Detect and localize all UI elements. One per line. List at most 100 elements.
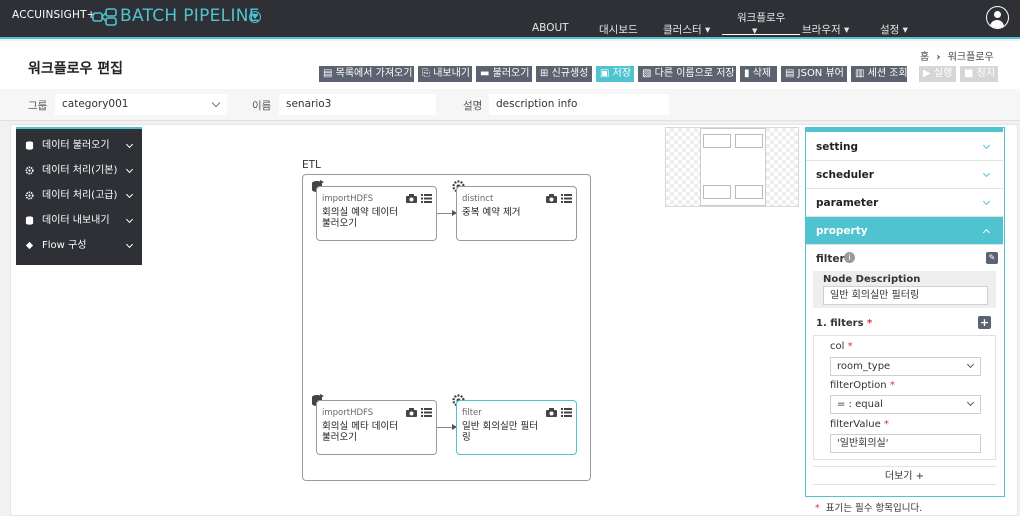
palette-item-data-load[interactable]: 데이터 불러오기 [16,133,142,158]
breadcrumb: 홈 › 워크플로우 [920,48,994,63]
nav-settings[interactable]: 설정 ▾ [880,22,908,37]
nav-cluster[interactable]: 클러스터 ▾ [663,22,710,37]
chevron-down-icon [125,240,134,249]
description-input[interactable]: description info [489,94,669,115]
name-label: 이름 [252,100,272,112]
new-button[interactable]: ⊞ 신규생성 [536,66,592,82]
save-icon: ▣ [600,68,613,79]
import-from-list-button[interactable]: ▤ 목록에서 가져오기 [319,66,414,82]
delete-button[interactable]: ▮ 삭제 [740,66,777,82]
camera-icon[interactable] [406,408,417,417]
camera-icon[interactable] [546,408,557,417]
list-icon[interactable] [421,194,432,203]
list-icon[interactable] [561,408,572,417]
flow-node-filter[interactable]: filter 일반 회의실만 필터링 [456,400,577,455]
chevron-down-icon [982,169,991,178]
flow-node-distinct[interactable]: distinct 중복 예약 제거 [456,186,577,241]
list-icon[interactable] [561,194,572,203]
filter-option-select[interactable]: = : equal [830,395,981,414]
camera-icon[interactable] [406,194,417,203]
nav-workflow-label: 워크플로우 [737,12,786,24]
chevron-down-icon [211,98,221,108]
palette-item-process-advanced[interactable]: 데이터 처리(고급) [16,183,142,208]
canvas-minimap[interactable] [665,127,799,207]
chevron-down-icon [982,141,991,150]
palette-item-process-basic[interactable]: 데이터 처리(기본) [16,158,142,183]
filter-value-input[interactable]: '일반회의실' [830,434,981,453]
chevron-up-icon [982,228,991,237]
node-description: 회의실 예약 데이터 불러오기 [322,207,398,229]
section-setting[interactable]: setting [806,133,1003,161]
camera-icon[interactable] [546,194,557,203]
section-parameter[interactable]: parameter [806,189,1003,217]
section-scheduler[interactable]: scheduler [806,161,1003,189]
node-type: importHDFS [322,408,374,418]
trash-icon: ▮ [744,68,753,79]
name-input[interactable]: senario3 [279,94,436,115]
more-button[interactable]: 더보기 + [813,466,996,485]
nav-workflow[interactable]: 워크플로우 [722,10,801,35]
flow-node-import-hdfs-1[interactable]: importHDFS 회의실 예약 데이터 불러오기 [316,186,437,241]
chevron-down-icon [966,398,975,407]
breadcrumb-separator: › [936,52,941,63]
panel-resize-handle[interactable] [806,128,1003,132]
node-description: 회의실 메타 데이터 불러오기 [322,421,398,443]
export-button[interactable]: ⎘ 내보내기 [418,66,472,82]
palette-item-data-export[interactable]: 데이터 내보내기 [16,208,142,233]
json-viewer-button[interactable]: ▤ JSON 뷰어 [781,66,847,82]
chevron-down-icon [966,360,975,369]
minimap-node [703,185,731,199]
group-select[interactable]: category001 [55,94,227,115]
flow-node-import-hdfs-2[interactable]: importHDFS 회의실 메타 데이터 불러오기 [316,400,437,455]
list-icon[interactable] [421,408,432,417]
product-dropdown-icon[interactable] [249,11,261,23]
nav-dashboard[interactable]: 대시보드 [599,22,638,37]
top-navigation-bar: ACCUINSIGHT+ BATCH PIPELINE ABOUT 대시보드 클… [0,0,1020,39]
minimap-node [735,134,763,148]
stop-button[interactable]: ■ 정지 [960,66,998,82]
edit-icon[interactable]: ✎ [986,252,998,264]
session-view-button[interactable]: ▥ 세션 조회 [851,66,908,82]
flow-connector [437,210,457,216]
page-title: 워크플로우 편집 [28,61,124,77]
copy-icon: ▧ [642,68,655,79]
chevron-down-icon [125,215,134,224]
save-button[interactable]: ▣ 저장 [596,66,634,82]
breadcrumb-home[interactable]: 홈 [920,52,929,63]
node-description-input[interactable]: 일반 회의실만 필터링 [823,286,988,305]
chevron-down-icon [125,165,134,174]
filter-value-label: filterValue * [830,419,889,430]
load-button[interactable]: ▬ 불러오기 [476,66,532,82]
database-icon [25,216,34,225]
stop-icon: ■ [964,68,977,79]
filter-item-box: col * room_type filterOption * = : equal… [813,335,996,460]
filter-title: filter [816,253,845,265]
node-type: distinct [462,194,494,204]
col-select[interactable]: room_type [830,357,981,376]
minimap-viewport[interactable] [700,128,766,206]
section-property[interactable]: property [806,217,1003,245]
nav-active-indicator-icon: ▼ [752,27,758,35]
list-icon: ▤ [323,68,336,79]
run-button[interactable]: ▶ 실행 [919,66,956,82]
nav-browser[interactable]: 브라우저 ▾ [802,22,849,37]
col-label: col * [830,341,853,352]
page-header: 워크플로우 편집 홈 › 워크플로우 ▤ 목록에서 가져오기 ⎘ 내보내기 ▬ … [0,41,1020,89]
palette-item-flow[interactable]: Flow 구성 [16,233,142,258]
info-icon[interactable]: i [844,252,855,263]
export-icon: ⎘ [422,68,434,79]
property-panel: setting scheduler parameter property fil… [805,127,1005,497]
json-icon: ▤ [785,68,798,79]
gear-icon [25,191,34,200]
chevron-down-icon [125,140,134,149]
save-as-button[interactable]: ▧ 다른 이름으로 저장 [638,66,736,82]
group-label: 그룹 [28,100,48,112]
user-avatar-icon[interactable] [986,6,1009,29]
filters-label: 1. filters * [816,318,873,329]
workflow-info-bar: 그룹 category001 이름 senario3 설명 descriptio… [0,89,1020,121]
add-filter-button[interactable]: + [978,316,991,329]
database-icon [25,141,34,150]
group-select-value: category001 [62,98,129,110]
nav-about[interactable]: ABOUT [532,22,569,34]
node-description-label: Node Description [823,274,921,285]
